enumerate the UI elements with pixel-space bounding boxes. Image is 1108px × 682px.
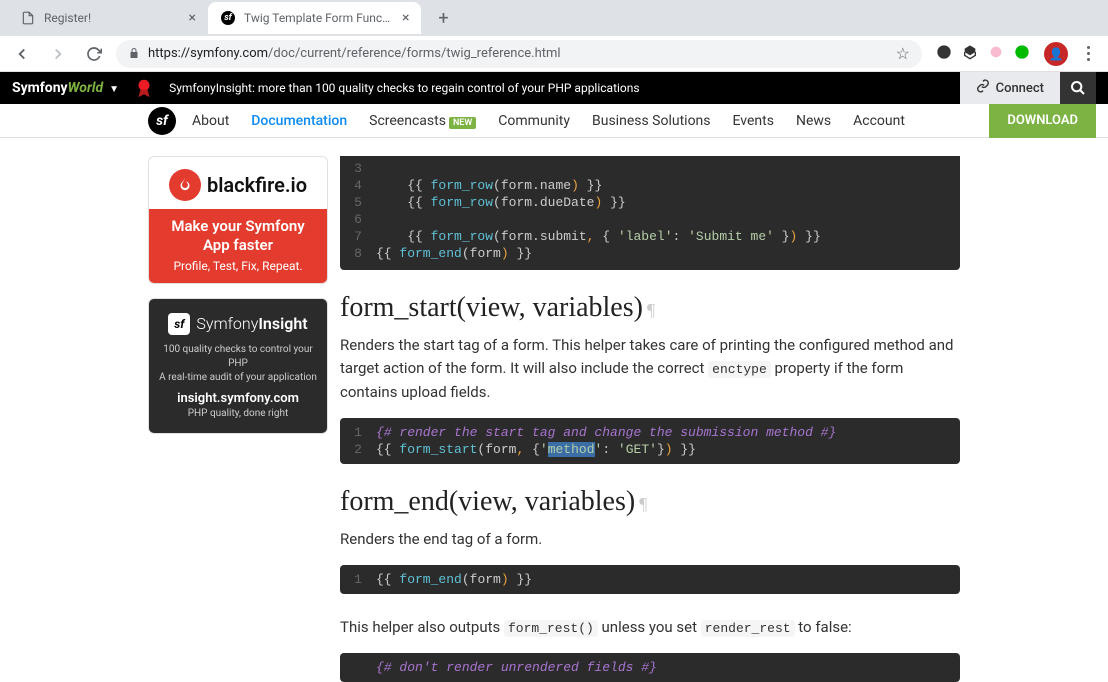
connect-button[interactable]: Connect — [960, 72, 1060, 104]
page-icon — [20, 10, 36, 26]
back-button[interactable] — [8, 40, 36, 68]
nav-business[interactable]: Business Solutions — [592, 113, 711, 129]
address-bar[interactable]: https://symfony.com/doc/current/referenc… — [116, 40, 922, 68]
nav-documentation[interactable]: Documentation — [251, 113, 347, 129]
reload-button[interactable] — [80, 40, 108, 68]
symfony-world-logo[interactable]: SymfonyWorld▼ — [12, 80, 119, 96]
heading-form-end: form_end(view, variables)¶ — [340, 486, 960, 518]
sidebar: blackfire.io Make your Symfony App faste… — [0, 156, 340, 682]
ad-subtext: Profile, Test, Fix, Repeat. — [159, 259, 317, 273]
symfony-icon: sf — [220, 10, 236, 26]
insight-url: insight.symfony.com — [159, 391, 317, 406]
insight-line2: A real-time audit of your application — [159, 371, 317, 385]
promo-message[interactable]: SymfonyInsight: more than 100 quality ch… — [169, 81, 960, 95]
code-block-2[interactable]: 1{# render the start tag and change the … — [340, 418, 960, 464]
ad-blackfire[interactable]: blackfire.io Make your Symfony App faste… — [148, 156, 328, 284]
inline-code: enctype — [708, 361, 771, 378]
code-block-4[interactable]: {# don't render unrendered fields #} — [340, 653, 960, 682]
paragraph: Renders the end tag of a form. — [340, 528, 960, 551]
inline-code: form_rest() — [504, 620, 598, 637]
nav-events[interactable]: Events — [733, 113, 774, 129]
browser-toolbar: https://symfony.com/doc/current/referenc… — [0, 36, 1108, 72]
tab-title: Register! — [44, 11, 91, 25]
flame-icon — [169, 169, 201, 201]
blackfire-name: blackfire.io — [207, 173, 307, 197]
search-button[interactable] — [1060, 72, 1096, 104]
url-text: https://symfony.com/doc/current/referenc… — [148, 46, 888, 61]
heading-form-start: form_start(view, variables)¶ — [340, 292, 960, 324]
profile-avatar[interactable]: 👤 — [1044, 42, 1068, 66]
tab-twig[interactable]: sf Twig Template Form Function e × — [208, 2, 421, 34]
browser-chrome: Register! × sf Twig Template Form Functi… — [0, 0, 1108, 72]
main-nav: sf About Documentation ScreencastsNEW Co… — [0, 104, 1108, 138]
tab-title: Twig Template Form Function e — [244, 11, 394, 25]
nav-account[interactable]: Account — [853, 113, 905, 129]
new-badge: NEW — [449, 117, 476, 129]
extension-icons — [930, 44, 1036, 64]
inline-code: render_rest — [701, 620, 795, 637]
ad-headline: Make your Symfony App faster — [159, 217, 317, 255]
content-area: blackfire.io Make your Symfony App faste… — [0, 138, 1108, 682]
ext-icon[interactable] — [1014, 44, 1030, 64]
tab-register[interactable]: Register! × — [8, 2, 208, 34]
insight-line1: 100 quality checks to control your PHP — [159, 343, 317, 371]
link-icon — [976, 79, 990, 97]
new-tab-button[interactable]: + — [429, 4, 457, 32]
symfony-logo[interactable]: sf — [148, 107, 176, 135]
nav-community[interactable]: Community — [498, 113, 570, 129]
pilcrow-icon[interactable]: ¶ — [647, 300, 655, 320]
pilcrow-icon[interactable]: ¶ — [639, 494, 647, 514]
ext-icon[interactable] — [936, 44, 952, 64]
nav-about[interactable]: About — [192, 113, 229, 129]
lock-icon — [128, 44, 140, 63]
promo-bar: SymfonyWorld▼ SymfonyInsight: more than … — [0, 72, 1108, 104]
browser-menu-button[interactable] — [1076, 46, 1100, 61]
close-icon[interactable]: × — [189, 10, 196, 26]
bookmark-icon[interactable]: ☆ — [896, 44, 910, 63]
insight-badge-icon: sf — [168, 313, 190, 335]
badge-icon — [133, 77, 155, 99]
ad-insight[interactable]: sf SymfonyInsight 100 quality checks to … — [148, 298, 328, 434]
close-icon[interactable]: × — [402, 10, 409, 26]
forward-button[interactable] — [44, 40, 72, 68]
download-button[interactable]: DOWNLOAD — [989, 104, 1096, 138]
nav-screencasts[interactable]: ScreencastsNEW — [369, 113, 476, 129]
ext-icon[interactable] — [988, 44, 1004, 64]
insight-tag: PHP quality, done right — [159, 408, 317, 419]
paragraph: This helper also outputs form_rest() unl… — [340, 616, 960, 639]
article-body: 3 4 {{ form_row(form.name) }}5 {{ form_r… — [340, 156, 1108, 682]
nav-news[interactable]: News — [796, 113, 831, 129]
code-block-1[interactable]: 3 4 {{ form_row(form.name) }}5 {{ form_r… — [340, 156, 960, 270]
ext-icon[interactable] — [962, 44, 978, 64]
paragraph: Renders the start tag of a form. This he… — [340, 334, 960, 404]
code-block-3[interactable]: 1{{ form_end(form) }} — [340, 565, 960, 594]
tab-strip: Register! × sf Twig Template Form Functi… — [0, 0, 1108, 36]
